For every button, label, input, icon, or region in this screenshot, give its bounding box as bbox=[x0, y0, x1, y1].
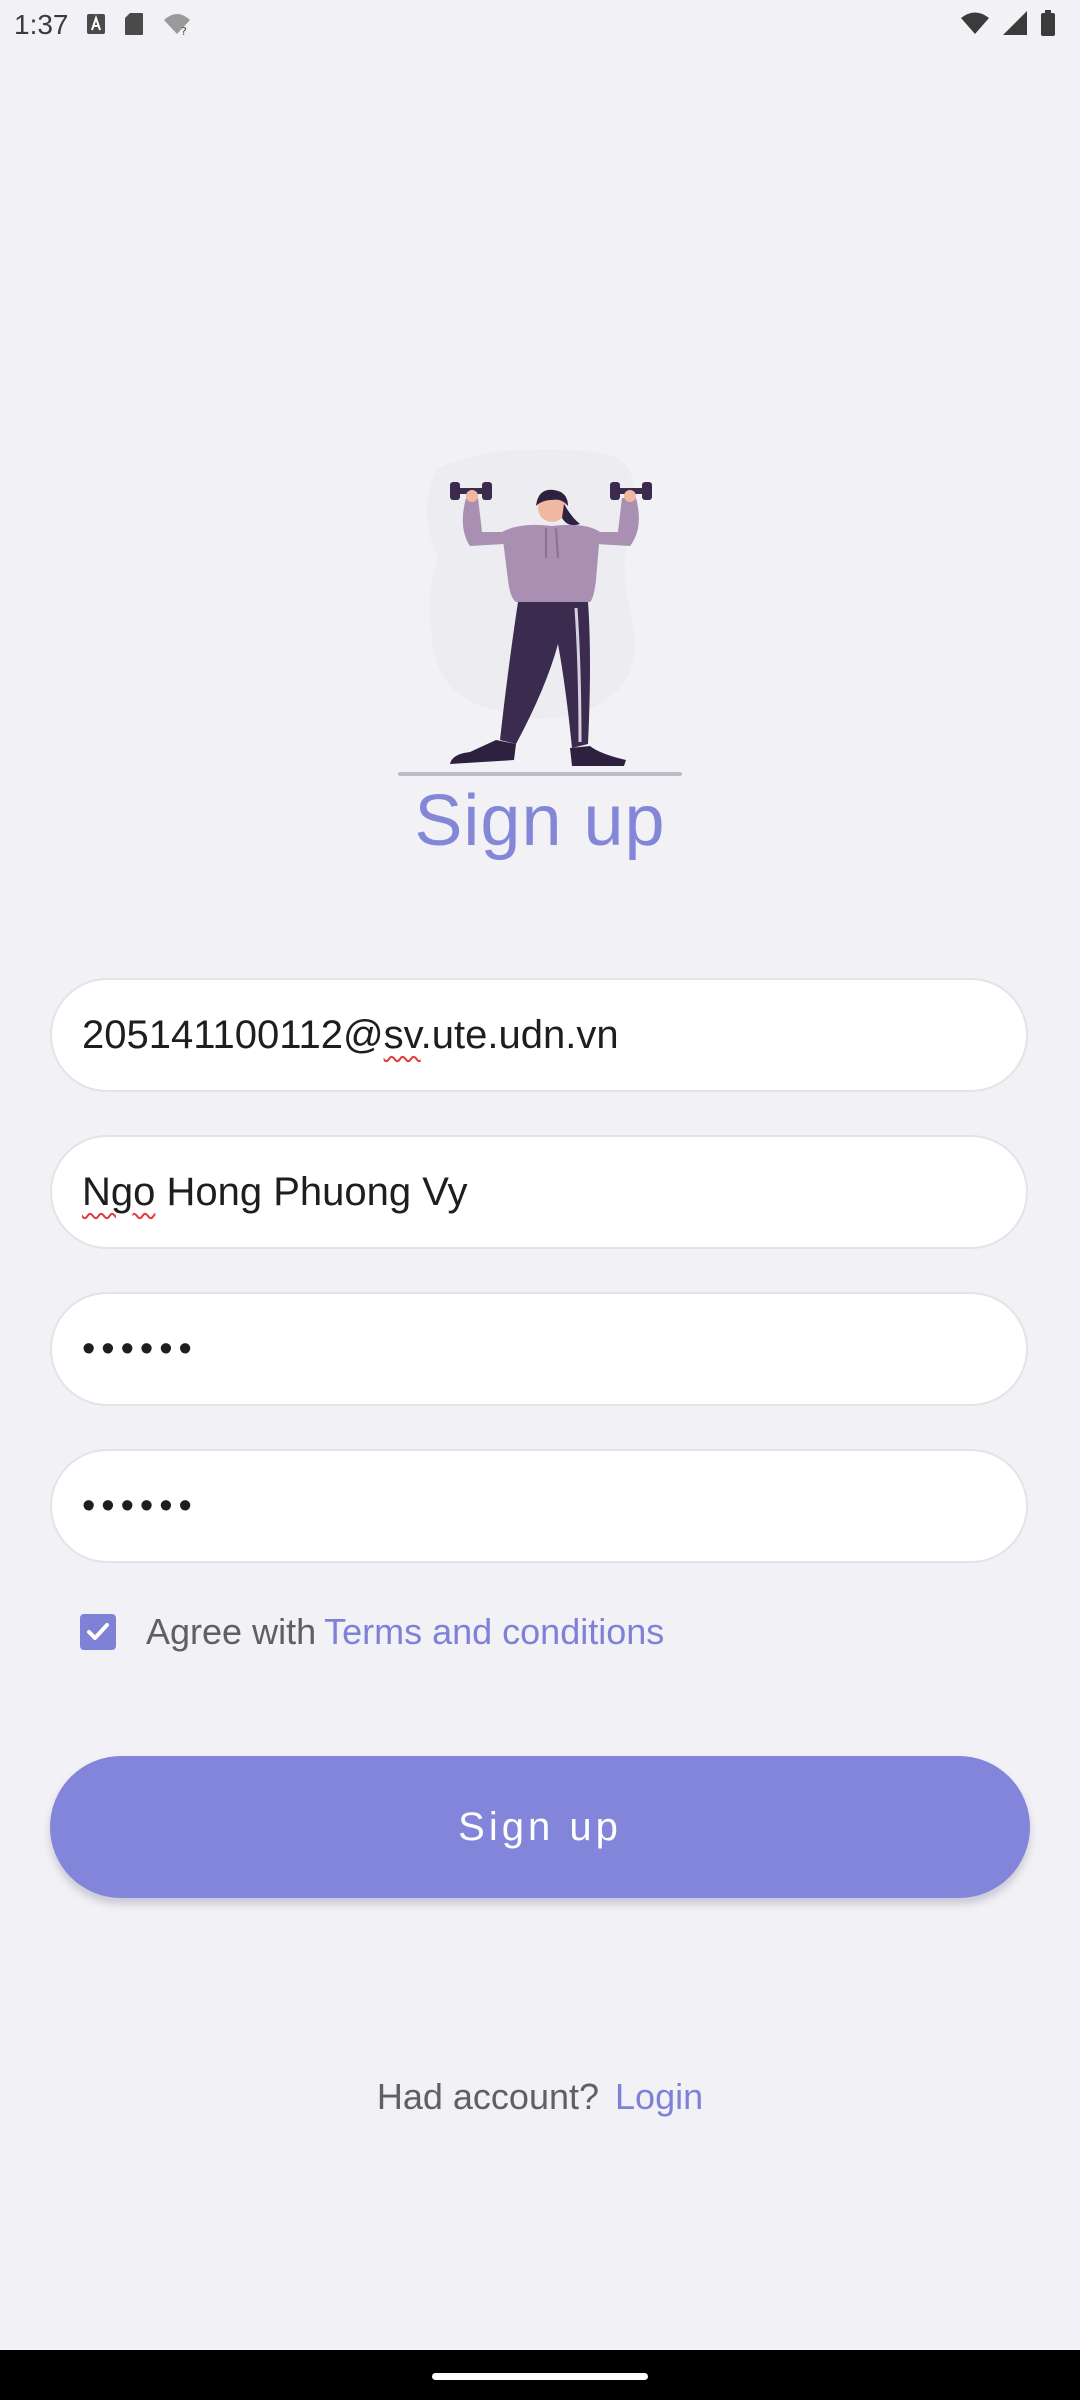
sd-card-icon bbox=[125, 13, 143, 35]
status-time: 1:37 bbox=[14, 9, 69, 40]
home-handle[interactable] bbox=[432, 2373, 648, 2380]
confirm-password-field-value: •••••• bbox=[82, 1484, 198, 1527]
password-field-value: •••••• bbox=[82, 1327, 198, 1370]
full-name-field-value: Ngo Hong Phuong Vy bbox=[82, 1169, 468, 1214]
full-name-field[interactable]: Ngo Hong Phuong Vy bbox=[50, 1135, 1028, 1249]
page-title: Sign up bbox=[414, 781, 666, 861]
terms-link[interactable]: Terms and conditions bbox=[324, 1611, 664, 1653]
confirm-password-field[interactable]: •••••• bbox=[50, 1449, 1028, 1563]
email-field-value: 205141100112@sv.ute.udn.vn bbox=[82, 1012, 619, 1057]
agree-row: Agree with Terms and conditions bbox=[80, 1611, 664, 1653]
login-link[interactable]: Login bbox=[615, 2076, 703, 2117]
font-a-icon bbox=[87, 14, 105, 34]
wifi-icon bbox=[961, 12, 989, 34]
email-field[interactable]: 205141100112@sv.ute.udn.vn bbox=[50, 978, 1028, 1092]
agree-label: Agree with bbox=[146, 1611, 317, 1652]
login-row: Had account? Login bbox=[0, 2076, 1080, 2118]
cell-signal-icon bbox=[1003, 11, 1027, 35]
checkmark-icon bbox=[87, 1623, 109, 1640]
wifi-question-icon: ? bbox=[164, 14, 190, 36]
signup-button[interactable]: Sign up bbox=[50, 1756, 1030, 1898]
status-bar: 1:37 ? bbox=[0, 0, 1080, 50]
workout-illustration bbox=[398, 449, 682, 776]
status-left-icons: ? bbox=[86, 12, 192, 36]
svg-text:?: ? bbox=[181, 25, 187, 36]
navigation-bar bbox=[0, 2350, 1080, 2400]
password-field[interactable]: •••••• bbox=[50, 1292, 1028, 1406]
agree-checkbox[interactable] bbox=[80, 1614, 116, 1650]
had-account-text: Had account? bbox=[376, 2076, 600, 2117]
battery-icon bbox=[1041, 10, 1055, 36]
status-right-icons bbox=[960, 10, 1056, 36]
